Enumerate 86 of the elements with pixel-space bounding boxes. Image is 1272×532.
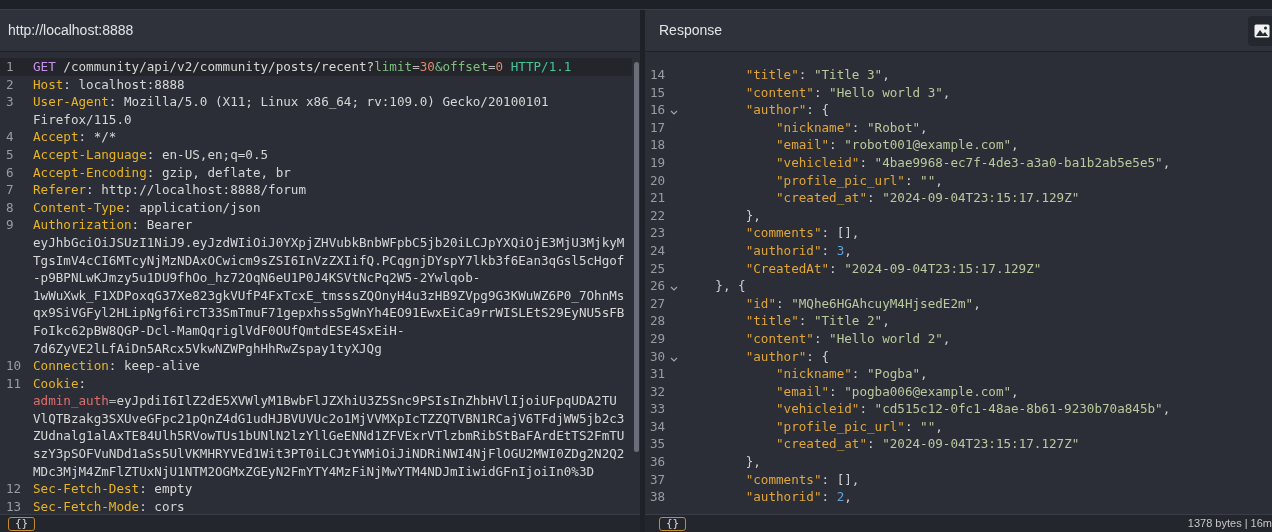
code-line: Referer: http://localhost:8888/forum (33, 181, 307, 199)
line-number: 23 (649, 224, 667, 242)
code-line: Cookie: admin_auth=eyJpdiI6IlZ2dE5XVWlyM1BwbFlJZXhiU3Z5Snc9PSIsInZhbHVlIjoiUFpqUDA2TUVlQTBzakg3SXUveGFpc21pQnZ4dG1udHJBVUVUc2o1MjVVMXpIcTZZQTVBN1RCajV6TFdjWW5jb2c3ZUdnalg1alAxTE84Ulh5RVowTUs1bUNlN2lzYllGeENNd1ZFVExrVTlzbmRibStBaFArdEtTS2FmTUszY3pSOFVuNDd1aSs5UlVKMHRYVEd1Wit3PT0iLCJtYWMiOiJiNDRiNWI4NjFlOGU2MWI0ZDg2N2Q2MDc3MjM4ZmFlZTUxNjU1NTM2OGMxZGEyN2FmYTY4MzFiNjMwYTM4NDJmIiwidGFnIjoiIn0%3D (33, 374, 625, 481)
line-number: 16 (649, 101, 667, 119)
line-number: 1 (5, 58, 15, 76)
code-line: "profile_pic_url": "", (775, 171, 943, 190)
code-line: Host: localhost:8888 (33, 75, 186, 94)
code-line: "content": "Hello world 3", (744, 83, 951, 102)
line-number: 3 (5, 93, 15, 112)
line-number: 31 (649, 365, 667, 383)
line-number: 2 (5, 75, 15, 94)
code-line: Accept-Language: en-US,en;q=0.5 (33, 145, 270, 164)
url-label: http://localhost:8888 (8, 21, 134, 40)
line-number: 28 (649, 312, 667, 330)
chevron-icon[interactable] (670, 110, 678, 116)
line-number: 25 (649, 259, 667, 278)
line-number: 37 (649, 470, 667, 489)
code-line: "nickname": "Robot", (775, 118, 928, 137)
line-number: 34 (649, 417, 667, 436)
code-line: Content-Type: application/json (33, 198, 262, 217)
code-line: "author": { (744, 347, 830, 366)
line-number: 8 (5, 198, 15, 217)
code-line: Accept-Encoding: gzip, deflate, br (33, 163, 292, 182)
code-line: }, (744, 206, 761, 225)
code-line: Authorization: Bearer eyJhbGciOiJSUzI1NiJ9.eyJzdWIiOiJ0YXpjZHVubkBnbWFpbC5jb20iLCJpYXQiOjE3MjU3MjkyMTgsImV4cCI6MTcyNjMzNDAxOCwicm9sZSI6InVzZXIifQ.PCqgnjDYspY7lkb3f6Ean3qGsl5cHgof-p9BPNLwKJmzy5u1DU9fhOo_hz72OqN6eU1P0J4KSVtNcPq2W5-2Ywlqob-1wWuXwk_F1XDPoxqG37Xe823gkVUfP4FxTcxE_tmsssZQOnyH4u3zHB9ZVpg9G3KWuWZ6P0_7OhnMsqx9SiVGFyl2HLipNgf6ircT33SmTmuF71gepxhss5gWnYh4EO91EwxEiCa9rrWISLEtS29EyNU5sFBFoIkc62pBW8QGP-Dcl-MamQqriglVdF0OUfQmtdESE4SxEiH-7d6ZyVE2lLfAiDn5ARcx5VkwNZWPghHhRwZspay1tyXJQg (33, 216, 625, 358)
chevron-icon[interactable] (670, 286, 678, 292)
line-number: 6 (5, 163, 15, 182)
line-number: 19 (649, 153, 667, 172)
line-number: 12 (5, 480, 23, 498)
format-button[interactable]: {} (8, 517, 36, 531)
response-size-label: 1378 bytes | 16m (1187, 517, 1272, 530)
line-number: 24 (649, 241, 667, 260)
line-number: 33 (649, 400, 667, 418)
line-number: 30 (649, 347, 667, 366)
line-number: 5 (5, 145, 15, 164)
code-line: "id": "MQhe6HGAhcuyM4HjsedE2m", (744, 294, 981, 313)
code-line: "vehicleid": "4bae9968-ec7f-4de3-a3a0-ba1b2ab5e5e5", (775, 153, 1171, 172)
line-number: 10 (5, 357, 23, 375)
code-line: "created_at": "2024-09-04T23:15:17.127Z" (775, 435, 1080, 454)
code-line: }, (744, 453, 761, 471)
code-line: "authorid": 2, (744, 488, 852, 506)
code-line: "profile_pic_url": "", (775, 417, 943, 436)
line-number: 36 (649, 453, 667, 471)
format-button[interactable]: {} (659, 517, 687, 531)
image-button[interactable] (1248, 15, 1272, 46)
code-line: Sec-Fetch-Mode: cors (33, 497, 186, 514)
code-line: "email": "pogba006@example.com", (775, 382, 1019, 401)
code-line: "CreatedAt": "2024-09-04T23:15:17.129Z" (744, 259, 1042, 278)
chevron-icon[interactable] (670, 356, 678, 362)
code-line: "content": "Hello world 2", (744, 329, 951, 348)
line-number: 22 (649, 206, 667, 225)
code-line: "vehicleid": "cd515c12-0fc1-48ae-8b61-9230b70a845b", (775, 400, 1171, 418)
line-number: 27 (649, 294, 667, 313)
line-number: 20 (649, 171, 667, 190)
line-number: 17 (649, 118, 667, 137)
code-line: "comments": [], (744, 224, 860, 242)
line-number: 15 (649, 83, 667, 102)
code-line: "authorid": 3, (744, 241, 852, 260)
line-number: 4 (5, 128, 15, 146)
line-number: 38 (649, 488, 667, 506)
code-line: "title": "Title 3", (744, 66, 890, 84)
code-line: "email": "robot001@example.com", (775, 136, 1019, 154)
line-number: 13 (5, 497, 23, 514)
line-number: 29 (649, 329, 667, 348)
line-number: 14 (649, 66, 667, 84)
code-line: "created_at": "2024-09-04T23:15:17.129Z" (775, 189, 1080, 207)
line-number: 18 (649, 136, 667, 154)
code-line: "nickname": "Pogba", (775, 365, 928, 383)
code-line: "comments": [], (744, 470, 860, 489)
panel-title: Response (659, 21, 723, 40)
code-line: GET /community/api/v2/community/posts/recent?limit=30&offset=0 HTTP/1.1 (33, 58, 573, 76)
code-line: "author": { (744, 101, 830, 119)
line-number: 9 (5, 216, 15, 235)
line-number: 26 (649, 277, 667, 295)
image-icon (1254, 23, 1270, 38)
code-line: }, { (714, 277, 746, 295)
line-number: 11 (5, 374, 23, 393)
line-number: 21 (649, 189, 667, 207)
code-line: "title": "Title 2", (744, 312, 890, 330)
line-number: 35 (649, 435, 667, 454)
code-line: Connection: keep-alive (33, 357, 201, 375)
code-line: Accept: */* (33, 128, 118, 146)
line-number: 32 (649, 382, 667, 401)
line-number: 7 (5, 181, 15, 199)
code-line: User-Agent: Mozilla/5.0 (X11; Linux x86_64; rv:109.0) Gecko/20100101 Firefox/115.0 (33, 93, 550, 129)
code-line: Sec-Fetch-Dest: empty (33, 480, 194, 498)
